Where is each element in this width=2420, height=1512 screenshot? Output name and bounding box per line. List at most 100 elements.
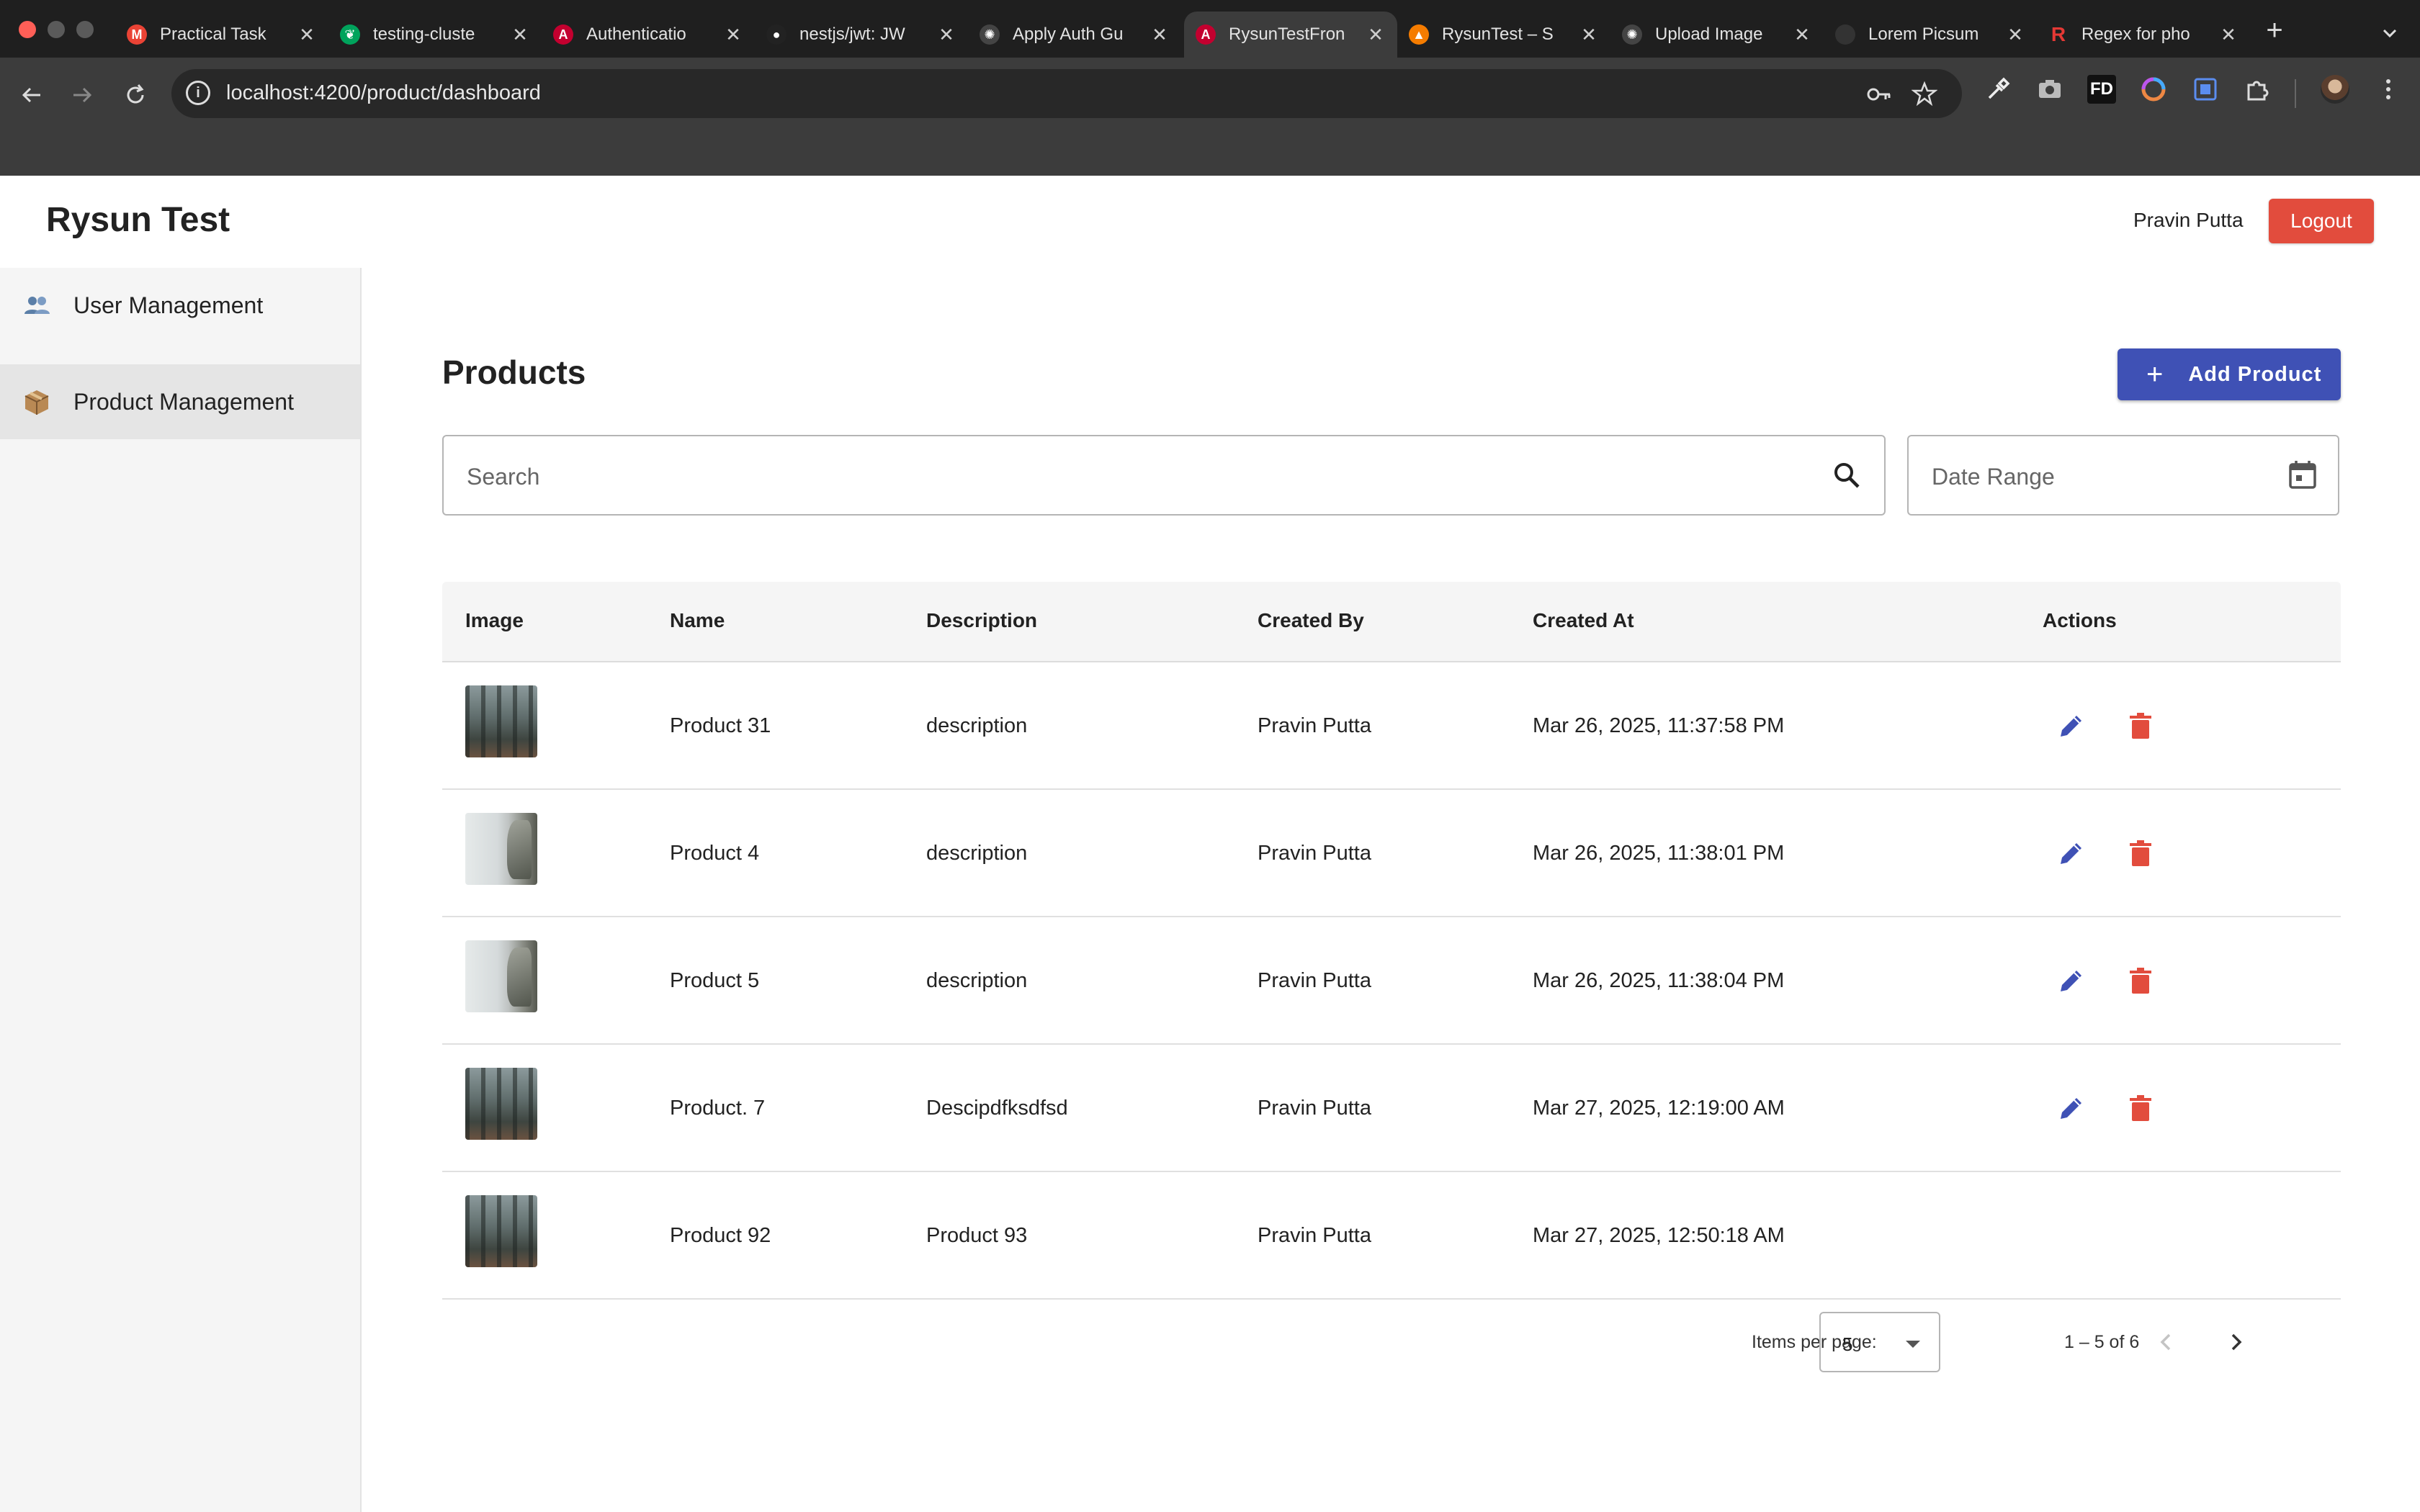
tab-close-icon[interactable]: ✕	[1579, 24, 1599, 46]
app-header: Rysun Test Pravin Putta Logout	[0, 176, 2420, 268]
cell-created-at: Mar 27, 2025, 12:19:00 AM	[1533, 1097, 1785, 1120]
edit-icon[interactable]	[2051, 960, 2092, 1001]
delete-icon[interactable]	[2120, 833, 2161, 873]
browser-tab-title: Regex for pho	[2081, 24, 2190, 44]
browser-toolbar: i localhost:4200/product/dashboard FD Ap…	[0, 58, 2420, 219]
next-page-button[interactable]	[2214, 1320, 2257, 1364]
password-key-icon[interactable]	[1865, 81, 1893, 114]
regexr-icon: R	[2051, 23, 2066, 45]
firebase-icon: ▲	[1409, 24, 1429, 45]
cell-name: Product 92	[670, 1224, 771, 1247]
browser-tab[interactable]: ✺ Apply Auth Gu ✕	[968, 12, 1181, 58]
tab-close-icon[interactable]: ✕	[510, 24, 530, 46]
browser-tab-title: Lorem Picsum	[1868, 24, 1979, 44]
sidebar: User Management Product Management	[0, 268, 362, 1512]
window-close-control[interactable]	[19, 21, 36, 38]
cell-description: Descipdfksdfsd	[926, 1097, 1068, 1120]
delete-icon[interactable]	[2120, 706, 2161, 746]
browser-tab[interactable]: ● nestjs/jwt: JW ✕	[755, 12, 968, 58]
product-thumbnail	[465, 1195, 537, 1267]
github-icon: ●	[766, 24, 786, 45]
browser-menu-icon[interactable]	[2374, 75, 2403, 104]
column-header-name: Name	[670, 609, 725, 631]
tab-close-icon[interactable]: ✕	[723, 24, 743, 46]
column-header-image: Image	[465, 609, 524, 631]
add-product-button[interactable]: + Add Product	[2118, 348, 2341, 400]
dropdown-caret-icon	[1906, 1341, 1920, 1348]
table-row: Product. 7 Descipdfksdfsd Pravin Putta Mar …	[442, 1045, 2341, 1172]
date-range-input[interactable]: Date Range	[1907, 435, 2339, 516]
picsum-icon	[1835, 24, 1855, 45]
logout-button[interactable]: Logout	[2269, 199, 2374, 243]
cell-created-at: Mar 27, 2025, 12:50:18 AM	[1533, 1224, 1785, 1247]
color-ring-extension-icon[interactable]	[2139, 75, 2168, 104]
tab-close-icon[interactable]: ✕	[2218, 24, 2238, 46]
tab-close-icon[interactable]: ✕	[1792, 24, 1812, 46]
extensions-puzzle-icon[interactable]	[2243, 75, 2272, 104]
browser-tab-title: Authenticatio	[586, 24, 686, 44]
search-icon[interactable]	[1831, 459, 1863, 495]
main-content: Products + Add Product Search Date Range…	[362, 268, 2420, 1512]
new-tab-button[interactable]: +	[2259, 14, 2290, 46]
bookmark-star-icon[interactable]	[1911, 81, 1938, 112]
screenshot-extension-icon[interactable]	[2191, 75, 2220, 104]
delete-icon[interactable]	[2120, 1088, 2161, 1128]
cell-created-by: Pravin Putta	[1258, 842, 1371, 865]
sidebar-item-label: Product Management	[73, 388, 294, 415]
items-per-page-select[interactable]: 5	[1819, 1312, 1940, 1372]
table-header: Image Name Description Created By Create…	[442, 582, 2341, 662]
edit-icon[interactable]	[2051, 1088, 2092, 1128]
sidebar-item-product-management[interactable]: Product Management	[0, 364, 360, 439]
window-zoom-control[interactable]	[76, 21, 94, 38]
tab-close-icon[interactable]: ✕	[297, 24, 317, 46]
browser-tab[interactable]: ✺ Upload Image ✕	[1610, 12, 1824, 58]
product-thumbnail	[465, 685, 537, 757]
reload-button[interactable]	[115, 75, 156, 115]
address-bar[interactable]: i localhost:4200/product/dashboard	[171, 69, 1962, 118]
tab-close-icon[interactable]: ✕	[1150, 24, 1170, 46]
tab-close-icon[interactable]: ✕	[936, 24, 956, 46]
browser-tab[interactable]: M Practical Task ✕	[115, 12, 328, 58]
edit-icon[interactable]	[2051, 706, 2092, 746]
edit-icon[interactable]	[2051, 833, 2092, 873]
browser-tab[interactable]: R Regex for pho ✕	[2037, 12, 2250, 58]
delete-icon[interactable]	[2120, 960, 2161, 1001]
browser-tab[interactable]: A RysunTestFron ✕	[1184, 12, 1397, 58]
camera-extension-icon[interactable]	[2035, 75, 2064, 104]
site-info-icon[interactable]: i	[186, 81, 210, 105]
page-title: Products	[442, 354, 586, 391]
cell-created-at: Mar 26, 2025, 11:38:04 PM	[1533, 969, 1785, 992]
calendar-icon[interactable]	[2286, 458, 2319, 495]
products-table: Image Name Description Created By Create…	[442, 582, 2341, 1300]
search-input[interactable]: Search	[442, 435, 1886, 516]
table-body: Product 31 description Pravin Putta Mar 26,…	[442, 662, 2341, 1300]
browser-tab[interactable]: ❦ testing-cluste ✕	[328, 12, 542, 58]
cell-description: description	[926, 969, 1028, 992]
tab-close-icon[interactable]: ✕	[1366, 24, 1386, 46]
users-icon	[22, 290, 52, 320]
openai-icon: ✺	[1622, 24, 1642, 45]
profile-avatar[interactable]	[2321, 75, 2349, 104]
browser-tab[interactable]: Lorem Picsum ✕	[1824, 12, 2037, 58]
address-url[interactable]: localhost:4200/product/dashboard	[226, 81, 541, 105]
cell-description: description	[926, 714, 1028, 737]
browser-tab-title: Practical Task	[160, 24, 266, 44]
browser-tab[interactable]: A Authenticatio ✕	[542, 12, 755, 58]
forward-button[interactable]	[62, 75, 102, 115]
browser-tab-strip: M Practical Task ✕ ❦ testing-cluste ✕ A Authent…	[0, 0, 2420, 58]
window-minimize-control[interactable]	[48, 21, 65, 38]
tab-search-chevron-icon[interactable]	[2375, 19, 2404, 48]
browser-tab-title: RysunTest – S	[1442, 24, 1554, 44]
tab-close-icon[interactable]: ✕	[2005, 24, 2025, 46]
eyedropper-extension-icon[interactable]	[1984, 75, 2012, 104]
fd-extension-icon[interactable]: FD	[2087, 75, 2116, 104]
previous-page-button[interactable]	[2145, 1320, 2188, 1364]
back-button[interactable]	[12, 75, 52, 115]
app-brand: Rysun Test	[46, 201, 230, 239]
package-icon	[22, 387, 52, 417]
browser-tab[interactable]: ▲ RysunTest – S ✕	[1397, 12, 1610, 58]
leaf-icon: ❦	[340, 24, 360, 45]
browser-tab-title: nestjs/jwt: JW	[799, 24, 905, 44]
browser-tab-title: Apply Auth Gu	[1013, 24, 1124, 44]
sidebar-item-user-management[interactable]: User Management	[0, 268, 360, 343]
